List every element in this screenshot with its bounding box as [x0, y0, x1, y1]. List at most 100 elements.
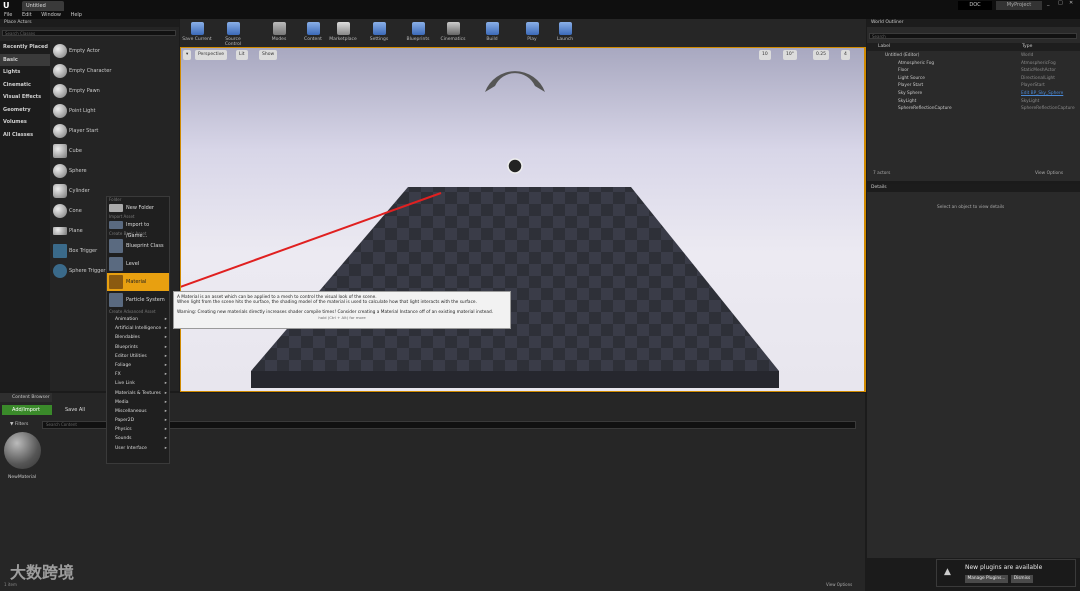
new-folder-item[interactable]: New Folder: [107, 203, 169, 214]
filters-button[interactable]: ▼ Filters: [10, 421, 40, 429]
scale-snap-value[interactable]: 0.25: [813, 50, 830, 60]
menu-paper2d[interactable]: Paper2D: [107, 416, 169, 425]
outliner-row[interactable]: Atmospheric Fog AtmosphericFog: [867, 60, 1080, 68]
menu-physics[interactable]: Physics: [107, 425, 169, 434]
launch-button[interactable]: Launch: [550, 21, 580, 45]
world-outliner-tab[interactable]: World Outliner: [867, 19, 1080, 27]
menu-fx[interactable]: FX: [107, 370, 169, 379]
level-viewport[interactable]: ▾ Perspective Lit Show 10 10° 0.25 4: [181, 48, 864, 391]
save-all-button[interactable]: Save All: [56, 405, 92, 415]
outliner-row[interactable]: Light Source DirectionalLight: [867, 75, 1080, 83]
actor-item[interactable]: Empty Pawn: [50, 81, 179, 101]
camera-speed-value[interactable]: 4: [841, 50, 850, 60]
source-control-button[interactable]: Source Control: [218, 21, 248, 47]
content-browser-tab[interactable]: Content Browser: [0, 393, 52, 402]
menu-media[interactable]: Media: [107, 398, 169, 407]
actor-item[interactable]: Empty Actor: [50, 41, 179, 61]
menu-ai[interactable]: Artificial Intelligence: [107, 324, 169, 333]
actor-item[interactable]: Player Start: [50, 121, 179, 141]
category-volumes[interactable]: Volumes: [0, 116, 50, 129]
source-button[interactable]: DOC: [958, 1, 992, 10]
outliner-row[interactable]: Untitled (Editor) World: [867, 52, 1080, 60]
title-bar: U Untitled DOC MyProject _ □ ✕: [0, 0, 1080, 11]
save-current-button[interactable]: Save Current: [182, 21, 212, 45]
menu-edit[interactable]: Edit: [22, 12, 32, 18]
outliner-row[interactable]: SkyLight SkyLight: [867, 98, 1080, 106]
watermark: 大数跨境: [10, 563, 75, 582]
manage-plugins-button[interactable]: Manage Plugins...: [965, 575, 1008, 583]
blueprints-button[interactable]: Blueprints: [403, 21, 433, 45]
import-item[interactable]: Import to /Game...: [107, 220, 169, 239]
menu-file[interactable]: File: [4, 12, 12, 18]
build-button[interactable]: Build: [477, 21, 507, 45]
actor-item[interactable]: Sphere: [50, 161, 179, 181]
dismiss-button[interactable]: Dismiss: [1011, 575, 1033, 583]
menu-materials-textures[interactable]: Materials & Textures: [107, 389, 169, 398]
modes-button[interactable]: Modes: [264, 21, 294, 45]
category-recently-placed[interactable]: Recently Placed: [0, 41, 50, 54]
category-basic[interactable]: Basic: [0, 53, 50, 66]
viewport-options-button[interactable]: ▾: [183, 50, 191, 60]
rotation-snap-value[interactable]: 10°: [783, 50, 797, 60]
menu-foliage[interactable]: Foliage: [107, 361, 169, 370]
level-tab[interactable]: Untitled: [22, 1, 64, 11]
minimize-button[interactable]: _: [1047, 0, 1057, 9]
menu-sounds[interactable]: Sounds: [107, 434, 169, 443]
details-tab[interactable]: Details: [867, 184, 1080, 192]
actor-item[interactable]: Empty Character: [50, 61, 179, 81]
category-all-classes[interactable]: All Classes: [0, 129, 50, 142]
particle-system-item[interactable]: Particle System: [107, 291, 169, 309]
actor-item[interactable]: Cube: [50, 141, 179, 161]
play-button[interactable]: Play: [517, 21, 547, 45]
details-empty-text: Select an object to view details: [937, 205, 1005, 210]
menu-blendables[interactable]: Blendables: [107, 333, 169, 342]
blueprint-class-item[interactable]: Blueprint Class: [107, 237, 169, 255]
settings-button[interactable]: Settings: [364, 21, 394, 45]
outliner-row[interactable]: SphereReflectionCapture SphereReflectionC…: [867, 105, 1080, 113]
menu-window[interactable]: Window: [41, 12, 61, 18]
lit-button[interactable]: Lit: [236, 50, 248, 60]
close-button[interactable]: ✕: [1069, 0, 1079, 9]
menu-blueprints[interactable]: Blueprints: [107, 343, 169, 352]
category-visual-effects[interactable]: Visual Effects: [0, 91, 50, 104]
cinematics-icon: [446, 22, 460, 35]
launch-icon: [558, 22, 572, 35]
place-actors-tab[interactable]: Place Actors: [0, 19, 179, 27]
class-search-input[interactable]: Search Classes: [2, 30, 176, 36]
menu-miscellaneous[interactable]: Miscellaneous: [107, 407, 169, 416]
menu-editor-utilities[interactable]: Editor Utilities: [107, 352, 169, 361]
material-asset-thumbnail[interactable]: [4, 432, 41, 469]
outliner-search-input[interactable]: Search: [869, 33, 1077, 39]
marketplace-button[interactable]: Marketplace: [328, 21, 358, 45]
menu-animation[interactable]: Animation: [107, 315, 169, 324]
show-button[interactable]: Show: [259, 50, 278, 60]
asset-name: NewMaterial: [8, 475, 37, 480]
perspective-button[interactable]: Perspective: [195, 50, 228, 60]
material-item[interactable]: Material: [107, 273, 169, 291]
cube-icon: [53, 144, 67, 158]
grid-snap-value[interactable]: 10: [759, 50, 771, 60]
menu-live-link[interactable]: Live Link: [107, 379, 169, 388]
outliner-row[interactable]: Floor StaticMeshActor: [867, 67, 1080, 75]
cone-icon: [53, 204, 67, 218]
category-lights[interactable]: Lights: [0, 66, 50, 79]
menu-help[interactable]: Help: [71, 12, 82, 18]
category-geometry[interactable]: Geometry: [0, 104, 50, 117]
view-options-button[interactable]: View Options: [826, 582, 852, 587]
cinematics-button[interactable]: Cinematics: [438, 21, 468, 45]
menu-user-interface[interactable]: User Interface: [107, 444, 169, 453]
warning-icon: ▲: [944, 567, 951, 577]
build-icon: [485, 22, 499, 35]
outliner-view-options[interactable]: View Options: [1035, 171, 1063, 176]
add-import-button[interactable]: Add/Import: [2, 405, 52, 415]
maximize-button[interactable]: □: [1058, 0, 1068, 9]
ue-logo-icon: U: [3, 1, 10, 10]
actor-item[interactable]: Point Light: [50, 101, 179, 121]
outliner-row[interactable]: Sky Sphere Edit BP_Sky_Sphere: [867, 90, 1080, 98]
level-item[interactable]: Level: [107, 255, 169, 273]
scene-floor: [181, 71, 779, 388]
play-icon: [525, 22, 539, 35]
category-cinematic[interactable]: Cinematic: [0, 79, 50, 92]
outliner-row[interactable]: Player Start PlayerStart: [867, 82, 1080, 90]
content-button[interactable]: Content: [298, 21, 328, 45]
